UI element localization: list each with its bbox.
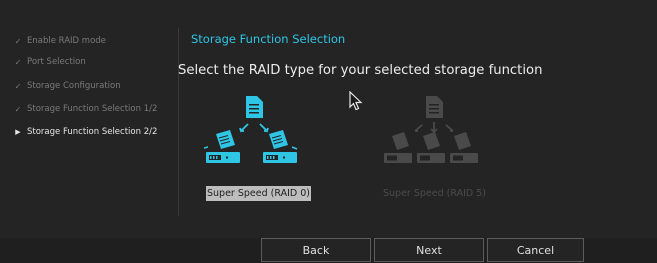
- arrow-icon: [259, 123, 269, 133]
- sidebar-item-label: Storage Function Selection 1/2: [27, 104, 158, 114]
- instruction-text: Select the RAID type for your selected s…: [178, 63, 543, 78]
- divider: [178, 28, 179, 216]
- check-icon: ✓: [14, 36, 22, 46]
- check-icon: ✓: [14, 81, 22, 91]
- arrow-icon: [414, 124, 423, 132]
- check-icon: ✓: [14, 104, 22, 114]
- current-step-icon: ▶: [15, 128, 21, 136]
- cancel-button[interactable]: Cancel: [487, 238, 584, 262]
- document-icon: [426, 96, 443, 118]
- raid5-icon: [384, 96, 478, 163]
- drive-icon: [450, 132, 478, 163]
- drive-icon: [384, 132, 412, 163]
- sidebar-item-enable-raid-mode: ✓ Enable RAID mode: [14, 36, 106, 46]
- drive-icon: [263, 130, 298, 163]
- arrow-icon: [430, 122, 438, 134]
- raid5-label: Super Speed (RAID 5): [383, 188, 486, 199]
- sidebar-item-storage-function-2: ▶ Storage Function Selection 2/2: [14, 127, 157, 137]
- drive-icon: [417, 132, 445, 163]
- sidebar-item-label: Storage Configuration: [27, 81, 121, 91]
- document-icon: [246, 96, 263, 118]
- sidebar-item-port-selection: ✓ Port Selection: [14, 57, 86, 67]
- sidebar-item-label: Storage Function Selection 2/2: [27, 127, 158, 137]
- check-icon: ✓: [14, 57, 22, 67]
- arrow-icon: [445, 124, 454, 132]
- sidebar-item-label: Port Selection: [27, 57, 86, 67]
- back-button[interactable]: Back: [261, 238, 371, 262]
- wizard-sidebar: ✓ Enable RAID mode ✓ Port Selection ✓ St…: [0, 0, 178, 263]
- page-title: Storage Function Selection: [191, 32, 346, 46]
- raid0-label[interactable]: Super Speed (RAID 0): [206, 186, 311, 201]
- drive-icon: [203, 130, 240, 163]
- arrow-icon: [239, 123, 249, 133]
- raid0-option[interactable]: Super Speed (RAID 0): [186, 92, 326, 212]
- next-button[interactable]: Next: [374, 238, 484, 262]
- raid0-icon: [203, 96, 298, 163]
- sidebar-item-label: Enable RAID mode: [27, 36, 106, 46]
- mouse-cursor-icon: [349, 91, 363, 111]
- sidebar-item-storage-function-1: ✓ Storage Function Selection 1/2: [14, 104, 158, 114]
- raid5-option: Super Speed (RAID 5): [362, 92, 502, 212]
- sidebar-item-storage-configuration: ✓ Storage Configuration: [14, 81, 121, 91]
